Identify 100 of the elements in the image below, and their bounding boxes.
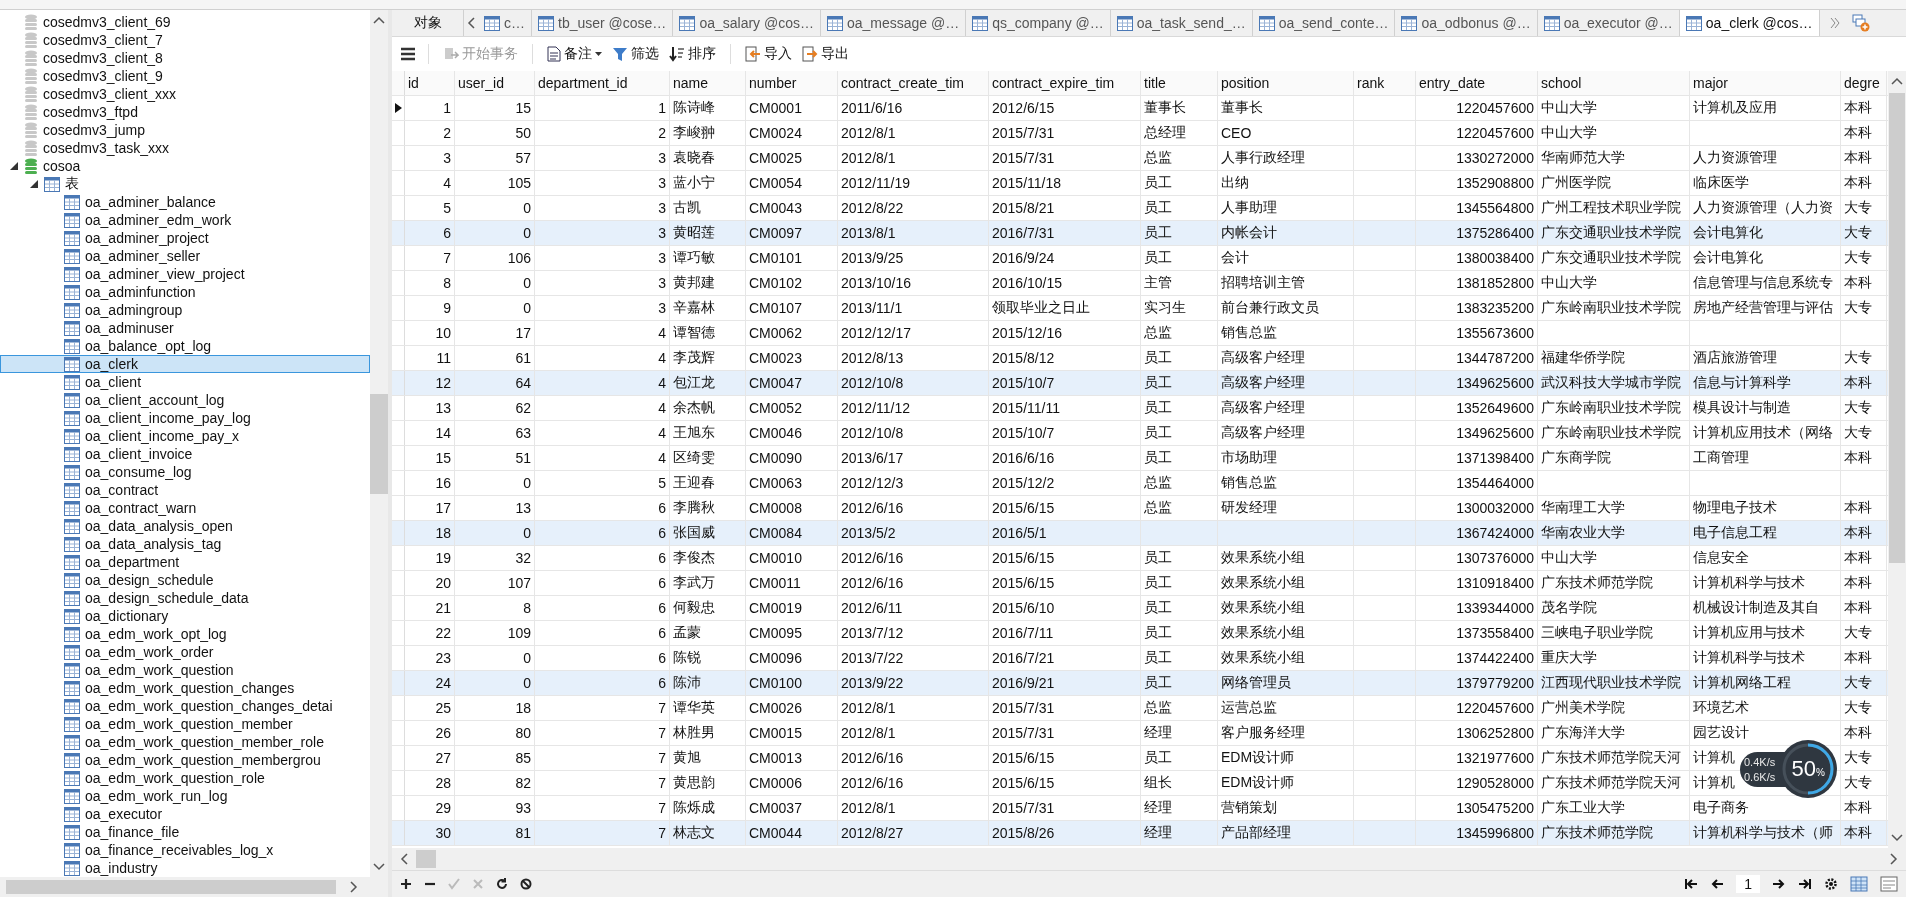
previous-page-icon[interactable] <box>1710 878 1725 890</box>
table-row[interactable]: 16 0 5 王迎春 CM0063 2012/12/3 2015/12/2 总监 销售总监 1354464000 <box>392 471 1888 496</box>
tree-item[interactable]: cosedmv3_client_xxx <box>0 85 370 103</box>
table-row[interactable]: 7 106 3 谭巧敏 CM0101 2013/9/25 2016/9/24 员工 会计 1380038400 广东交通职业技术学院 会计电算化 大专 <box>392 246 1888 271</box>
caret-icon[interactable] <box>595 52 602 56</box>
toolbar-button[interactable]: 备注 <box>545 43 604 65</box>
tree-item[interactable]: oa_adminer_edm_work <box>0 211 370 229</box>
tree-item[interactable]: oa_dictionary <box>0 607 370 625</box>
tree-item[interactable]: oa_consume_log <box>0 463 370 481</box>
tree-item[interactable]: oa_design_schedule_data <box>0 589 370 607</box>
tree-item[interactable]: cosedmv3_client_9 <box>0 67 370 85</box>
table-row[interactable]: 14 63 4 王旭东 CM0046 2012/10/8 2015/10/7 员工 高级客户经理 1349625600 广东岭南职业技术学院 计算机应用技术（网络 大专 <box>392 421 1888 446</box>
new-tab-icon[interactable] <box>1851 14 1870 32</box>
tree-item[interactable]: oa_edm_work_question_role <box>0 769 370 787</box>
tree-item[interactable]: oa_adminer_seller <box>0 247 370 265</box>
scroll-down-icon[interactable] <box>1891 834 1903 842</box>
column-header[interactable]: department_id <box>535 71 670 95</box>
table-row[interactable]: 2 50 2 李峻翀 CM0024 2012/8/1 2015/7/31 总经理 CEO 1220457600 中山大学 本科 <box>392 121 1888 146</box>
settings-icon[interactable] <box>1824 877 1838 891</box>
scroll-thumb[interactable] <box>370 394 388 494</box>
tab-label[interactable]: oa_message @… <box>846 15 960 31</box>
tree-item[interactable]: oa_admingroup <box>0 301 370 319</box>
table-row[interactable]: 20 107 6 李武万 CM0011 2012/6/16 2015/6/15 员工 效果系统小组 1310918400 广东技术师范学院 计算机科学与技术 本科 <box>392 571 1888 596</box>
tree-item[interactable]: oa_adminer_view_project <box>0 265 370 283</box>
table-row[interactable]: 8 0 3 黄邦建 CM0102 2013/10/16 2016/10/15 主管 招聘培训主管 1381852800 中山大学 信息管理与信息系统专 本科 <box>392 271 1888 296</box>
table-row[interactable]: 19 32 6 李俊杰 CM0010 2012/6/16 2015/6/15 员工 效果系统小组 1307376000 中山大学 信息安全 本科 <box>392 546 1888 571</box>
scrollbar[interactable] <box>1888 71 1906 848</box>
table-row[interactable]: 15 51 4 区绮雯 CM0090 2013/6/17 2016/6/16 员工 市场助理 1371398400 广东商学院 工商管理 本科 <box>392 446 1888 471</box>
tree-item[interactable]: oa_data_analysis_open <box>0 517 370 535</box>
tree-item[interactable]: oa_contract <box>0 481 370 499</box>
tree-item[interactable]: oa_department <box>0 553 370 571</box>
stop-icon[interactable] <box>520 878 532 890</box>
scroll-thumb[interactable] <box>1889 93 1905 563</box>
tree-item[interactable]: oa_edm_work_question_member_role <box>0 733 370 751</box>
tree-item[interactable]: oa_data_analysis_tag <box>0 535 370 553</box>
tab-label[interactable]: oa_odbonus @… <box>1421 15 1531 31</box>
tree-item[interactable]: cosedmv3_jump <box>0 121 370 139</box>
page-field[interactable]: 1 <box>1736 875 1760 893</box>
tree-item[interactable]: cosedmv3_task_xxx <box>0 139 370 157</box>
tree-item[interactable]: cosedmv3_client_69 <box>0 13 370 31</box>
tree-item[interactable]: oa_industry <box>0 859 370 877</box>
refresh-icon[interactable] <box>496 878 508 890</box>
tab-label[interactable]: oa_salary @cos… <box>699 15 814 31</box>
tree-item[interactable]: oa_edm_work_question_changes <box>0 679 370 697</box>
scroll-down-icon[interactable] <box>373 863 385 871</box>
tree-item[interactable]: oa_client_income_pay_x <box>0 427 370 445</box>
tree-item[interactable]: oa_edm_work_question_membergrou <box>0 751 370 769</box>
tab-label[interactable]: oa_clerk @cos… <box>1705 15 1813 31</box>
column-header[interactable]: entry_date <box>1416 71 1538 95</box>
tree-item[interactable]: cosedmv3_client_8 <box>0 49 370 67</box>
scroll-thumb[interactable] <box>6 880 336 894</box>
tree-item[interactable]: oa_adminfunction <box>0 283 370 301</box>
scroll-right-icon[interactable] <box>350 881 358 893</box>
first-page-icon[interactable] <box>1684 878 1699 890</box>
table-row[interactable]: 9 0 3 辛嘉林 CM0107 2013/11/1 领取毕业之日止 实习生 前台兼行政文员 1383235200 广东岭南职业技术学院 房地产经营管理与评估 大专 <box>392 296 1888 321</box>
expanded-icon[interactable] <box>10 162 18 170</box>
tab-label[interactable]: oa_send_conte… <box>1278 15 1389 31</box>
toolbar-button[interactable]: 排序 <box>667 43 718 65</box>
scrollbar[interactable] <box>370 10 388 877</box>
tree-item[interactable]: cosedmv3_client_7 <box>0 31 370 49</box>
add-icon[interactable] <box>400 878 412 890</box>
column-header[interactable]: number <box>746 71 838 95</box>
table-row[interactable]: 1 15 1 陈诗峰 CM0001 2011/6/16 2012/6/15 董事长 董事长 1220457600 中山大学 计算机及应用 本科 <box>392 96 1888 121</box>
scroll-up-icon[interactable] <box>373 16 385 24</box>
column-header[interactable]: user_id <box>455 71 535 95</box>
menu-icon[interactable] <box>400 47 416 61</box>
tree-item[interactable]: oa_finance_receivables_log_x <box>0 841 370 859</box>
column-header[interactable]: title <box>1141 71 1218 95</box>
tree-item[interactable]: cosedmv3_ftpd <box>0 103 370 121</box>
tree-item[interactable]: oa_edm_work_order <box>0 643 370 661</box>
scroll-left-icon[interactable] <box>467 17 475 29</box>
tree-item[interactable]: oa_client_income_pay_log <box>0 409 370 427</box>
column-header[interactable]: school <box>1538 71 1690 95</box>
table-row[interactable]: 4 105 3 蓝小宁 CM0054 2012/11/19 2015/11/18 员工 出纳 1352908800 广州医学院 临床医学 本科 <box>392 171 1888 196</box>
tab-label[interactable]: c… <box>504 15 525 31</box>
toolbar-button[interactable]: 筛选 <box>610 43 661 65</box>
tree-item[interactable]: oa_adminer_project <box>0 229 370 247</box>
column-header[interactable]: contract_create_tim <box>838 71 989 95</box>
tab-label[interactable]: qs_company @… <box>992 15 1104 31</box>
tree-item[interactable]: oa_contract_warn <box>0 499 370 517</box>
tree-item[interactable]: oa_client_invoice <box>0 445 370 463</box>
tab-label[interactable]: oa_executor @… <box>1563 15 1673 31</box>
tree-item[interactable]: oa_client <box>0 373 370 391</box>
tree-item[interactable]: oa_client_account_log <box>0 391 370 409</box>
scroll-right-icon[interactable] <box>1890 853 1898 865</box>
table-row[interactable]: 10 17 4 谭智德 CM0062 2012/12/17 2015/12/16 总监 销售总监 1355673600 <box>392 321 1888 346</box>
scroll-thumb[interactable] <box>416 850 436 868</box>
tree-item[interactable]: oa_edm_work_question_changes_detai <box>0 697 370 715</box>
toolbar-button[interactable]: 导出 <box>800 43 851 65</box>
tab-label[interactable]: oa_task_send_… <box>1136 15 1246 31</box>
table-row[interactable]: 6 0 3 黄昭莲 CM0097 2013/8/1 2016/7/31 员工 内帐会计 1375286400 广东交通职业技术学院 会计电算化 大专 <box>392 221 1888 246</box>
tree-item[interactable]: oa_balance_opt_log <box>0 337 370 355</box>
column-header[interactable]: id <box>405 71 455 95</box>
tree-item[interactable]: oa_finance_file <box>0 823 370 841</box>
table-row[interactable]: 30 81 7 林志文 CM0044 2012/8/27 2015/8/26 经理 产品部经理 1345996800 广东技术师范学院 计算机科学与技术（师 本科 <box>392 821 1888 846</box>
table-row[interactable]: 12 64 4 包江龙 CM0047 2012/10/8 2015/10/7 员工 高级客户经理 1349625600 武汉科技大学城市学院 信息与计算科学 本科 <box>392 371 1888 396</box>
last-page-icon[interactable] <box>1798 878 1812 890</box>
tree-item[interactable]: oa_adminuser <box>0 319 370 337</box>
tree-item[interactable]: oa_executor <box>0 805 370 823</box>
column-header[interactable]: position <box>1218 71 1354 95</box>
